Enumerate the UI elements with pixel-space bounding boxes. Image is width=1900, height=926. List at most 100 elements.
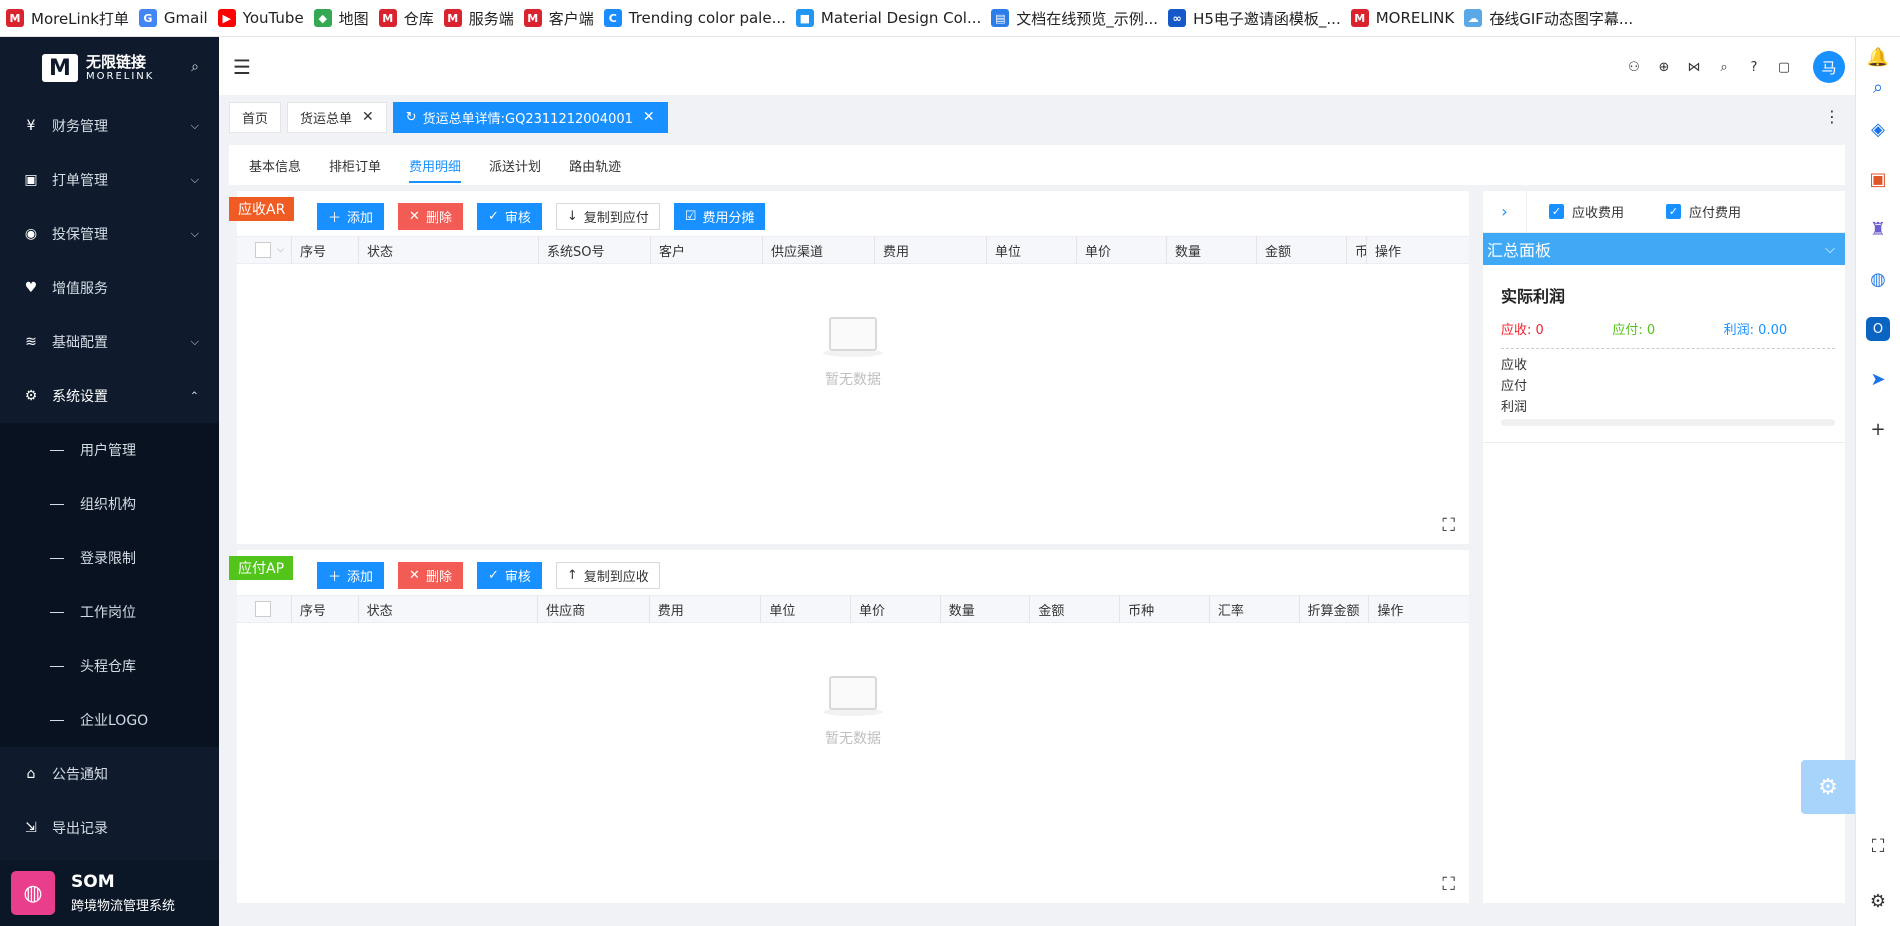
column-header: 折算金额 [1300,595,1370,623]
sidebar-item-label: 导出记录 [52,821,108,837]
yen-icon: ¥ [26,118,36,134]
sidebar-subitem-company-logo[interactable]: 企业LOGO [0,693,219,747]
sidebar-subitem-users[interactable]: 用户管理 [0,423,219,477]
sidebar-subitem-positions[interactable]: 工作岗位 [0,585,219,639]
bookmarks-bar: M MoreLink打单 G Gmail ▶ YouTube ◆ 地图 M 仓库 M 服务端… [0,0,1900,37]
bookmark-morelink[interactable]: M MORELINK [1350,0,1465,37]
bookmark-morelink-order[interactable]: M MoreLink打单 [6,0,139,37]
delete-button[interactable]: ✕ 删除 [398,203,463,230]
help-icon[interactable]: ? [1745,58,1763,76]
briefcase-icon[interactable]: ▣ [1866,167,1890,191]
sidebar-item-insurance[interactable]: ◉ 投保管理 ⌵ [0,207,219,261]
delete-button[interactable]: ✕ 删除 [398,562,463,589]
bookmark-server[interactable]: M 服务端 [443,0,524,37]
summary-header[interactable]: 汇总面板 ⌵ [1483,233,1845,265]
bookmark-maps[interactable]: ◆ 地图 [313,0,379,37]
bookmark-youtube[interactable]: ▶ YouTube [217,0,314,37]
empty-inbox-icon [829,317,877,351]
audit-button[interactable]: ✓ 审核 [476,203,542,230]
dash-icon [50,719,64,721]
column-header: 金额 [1257,236,1347,264]
sidebar-subitem-organization[interactable]: 组织机构 [0,477,219,531]
subtab-fee-details[interactable]: 费用明细 [395,145,475,185]
fullscreen-icon[interactable]: ⛶ [1442,515,1455,536]
empty-state: 暂无数据 [237,311,1469,389]
refresh-icon[interactable]: ↻ [406,110,417,125]
close-icon[interactable]: ✕ [362,109,374,125]
plus-icon: ＋ [328,211,342,226]
bag-icon[interactable]: ▢ [1775,58,1793,76]
tag-icon[interactable]: ◈ [1866,117,1890,141]
plus-icon[interactable]: + [1866,417,1890,441]
menu-collapse-icon[interactable]: ☰ [233,55,251,79]
tab-label: 首页 [242,111,269,127]
share-icon[interactable]: ⋈ [1685,58,1703,76]
column-header: 状态 [359,595,539,623]
sidebar-item-export-records[interactable]: ⇲ 导出记录 [0,801,219,855]
payable-fee-checkbox[interactable]: ✓ 应付费用 [1666,202,1741,221]
close-icon[interactable]: ✕ [643,109,655,125]
chevron-down-icon: ⌵ [190,173,199,186]
bookmark-gmail[interactable]: G Gmail [138,0,218,37]
sidebar-item-orders[interactable]: ▣ 打单管理 ⌵ [0,153,219,207]
tab-waybill-detail[interactable]: ↻ 货运总单详情:GQ2311212004001 ✕ [392,101,668,133]
bookmark-client[interactable]: M 客户端 [523,0,604,37]
sidebar-item-basic-config[interactable]: ≋ 基础配置 ⌵ [0,315,219,369]
fee-split-button[interactable]: ☑ 费用分摊 [673,203,766,230]
subtab-delivery-plan[interactable]: 派送计划 [475,145,555,185]
sidebar-item-finance[interactable]: ¥ 财务管理 ⌵ [0,99,219,153]
chevron-right-icon[interactable]: › [1498,0,1506,37]
settings-float-button[interactable]: ⚙ [1801,760,1855,814]
receivable-fee-checkbox[interactable]: ✓ 应收费用 [1549,202,1624,221]
copy-to-receivable-button[interactable]: ↑ 复制到应收 [555,562,660,589]
send-icon[interactable]: ➤ [1866,367,1890,391]
bookmark-gif-subtitle[interactable]: ☁ 在线GIF动态图字幕... [1464,0,1643,37]
avatar[interactable]: 马 [1813,51,1845,83]
bookmark-material-design[interactable]: ■ Material Design Col... [795,0,991,37]
morelink-logo-icon: M [42,54,78,82]
more-vertical-icon[interactable]: ⋮ [1824,107,1840,126]
chevron-down-icon: ⌵ [190,119,199,132]
fullscreen-icon[interactable]: ⛶ [1442,874,1455,895]
copy-to-payable-button[interactable]: ↓ 复制到应付 [555,203,660,230]
search-icon[interactable]: ⌕ [1715,58,1733,76]
sidebar-item-value-added[interactable]: ♥ 增值服务 [0,261,219,315]
add-button[interactable]: ＋ 添加 [317,203,385,230]
logo[interactable]: M 无限链接 MORELINK [0,37,219,99]
chess-icon[interactable]: ♜ [1866,217,1890,241]
export-icon: ⇲ [25,820,37,836]
tab-waybill[interactable]: 货运总单 ✕ [287,101,387,133]
sidebar-subitem-login-limit[interactable]: 登录限制 [0,531,219,585]
bookmark-h5-invite[interactable]: ∞ H5电子邀请函模板_... [1168,0,1351,37]
bookmark-warehouse[interactable]: M 仓库 [378,0,444,37]
select-all-checkbox[interactable] [237,595,292,623]
bookmark-doc-preview[interactable]: ▤ 文档在线预览_示例... [991,0,1168,37]
sidebar-subitem-first-leg-warehouse[interactable]: 头程仓库 [0,639,219,693]
bookmark-trending-colors[interactable]: C Trending color pale... [603,0,796,37]
subtab-route-tracking[interactable]: 路由轨迹 [555,145,635,185]
select-all-checkbox[interactable]: ⌵ [237,236,292,264]
receivable-toolbar: ＋ 添加 ✕ 删除 ✓ 审核 ↓ 复制到应付 ☑ 费用分摊 [317,203,766,230]
chevron-right-icon[interactable]: › [1483,190,1527,233]
tab-home[interactable]: 首页 [229,101,282,133]
gear-icon[interactable]: ⚙ [1866,889,1890,913]
search-icon[interactable]: ⌕ [1866,75,1890,99]
globe-icon[interactable]: ◍ [1866,267,1890,291]
profit-breakdown: 应收 应付 利润 [1501,355,1835,418]
sidebar-item-system-settings[interactable]: ⚙ 系统设置 ⌃ [0,369,219,423]
subtab-container-orders[interactable]: 排柜订单 [315,145,395,185]
globe-icon[interactable]: ⊕ [1655,58,1673,76]
sidebar-item-label: 打单管理 [52,173,108,189]
subtab-basic-info[interactable]: 基本信息 [235,145,315,185]
checkbox-checked-icon: ✓ [1549,204,1564,219]
empty-text: 暂无数据 [825,372,881,388]
translate-icon[interactable]: ⚇ [1625,58,1643,76]
audit-button[interactable]: ✓ 审核 [476,562,542,589]
search-icon[interactable]: ⌕ [191,59,199,75]
screenshot-icon[interactable]: ⛶ [1866,834,1890,858]
horizontal-scrollbar[interactable] [1501,419,1835,426]
bell-icon[interactable]: 🔔 [1866,45,1890,69]
add-button[interactable]: ＋ 添加 [317,562,385,589]
outlook-icon[interactable]: O [1866,317,1890,341]
sidebar-item-announcements[interactable]: ⌂ 公告通知 [0,747,219,801]
